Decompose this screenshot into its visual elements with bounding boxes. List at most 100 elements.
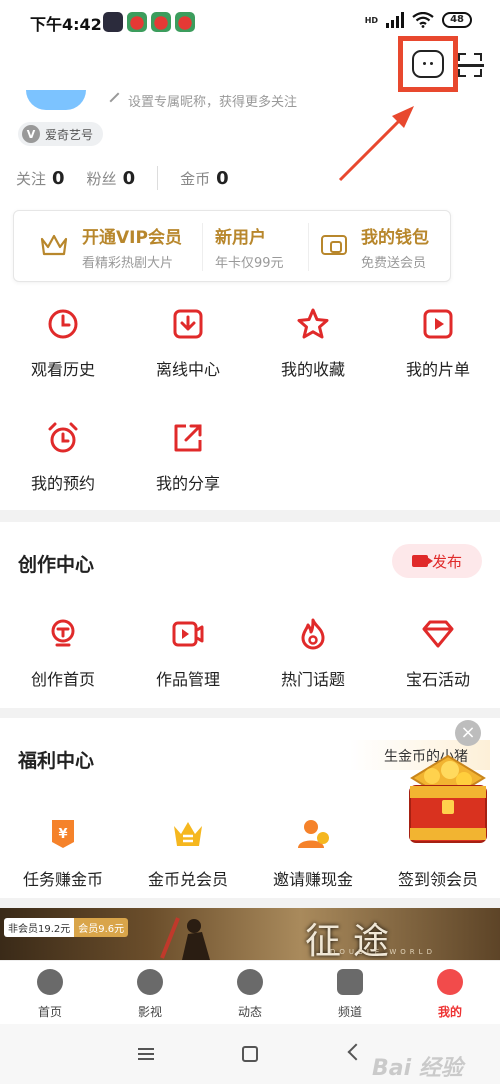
annotation-arrow-icon [338,106,414,182]
video-manage-icon [172,621,204,647]
vip-new-user[interactable]: 新用户 年卡仅99元 [215,223,284,271]
vip-card: 开通VIP会员 看精彩热剧大片 新用户 年卡仅99元 我的钱包 免费送会员 [13,210,451,282]
welfare-checkin-vip[interactable]: 签到领会员 [383,816,493,890]
nickname-hint[interactable]: 设置专属昵称，获得更多关注 [109,91,297,110]
shortcut-reservations[interactable]: 我的预约 [8,420,118,494]
watermark: Bai 经验 [372,1056,463,1081]
tab-label: 我的 [437,1005,462,1019]
shortcut-label: 观看历史 [30,360,95,379]
movie-promo-banner[interactable]: 非会员19.2元 会员9.6元 征途 DOUBLE WORLD [0,908,500,960]
app-notification-icon [151,12,171,32]
tab-label: 影视 [137,1005,162,1019]
stat-following[interactable]: 关注 0 [16,168,65,189]
welfare-task-coins[interactable]: ¥ 任务赚金币 [8,816,118,890]
download-icon [173,309,203,339]
crown-coin-icon [174,822,202,846]
invite-user-icon [298,820,329,848]
shortcut-watch-history[interactable]: 观看历史 [8,306,118,380]
home-button[interactable] [242,1046,258,1062]
bottom-tab-bar: 首页 影视 动态 频道 我的 [0,960,500,1024]
shortcut-playlist[interactable]: 我的片单 [383,306,493,380]
vip-title: 开通VIP会员 [82,228,182,248]
welfare-coin-to-vip[interactable]: 金币兑会员 [133,816,243,890]
wallet-icon [321,235,347,255]
shortcut-label: 我的收藏 [280,360,345,379]
welfare-center-section: 福利中心 生金币的小猪 × ¥ 任务赚金币 金币兑会员 邀请赚现金 签到领会员 [0,718,500,898]
signal-icon [386,12,405,28]
vip-my-wallet[interactable]: 我的钱包 免费送会员 [361,223,429,271]
task-coin-icon: ¥ [52,820,74,848]
price-tag: 非会员19.2元 会员9.6元 [4,918,129,937]
id-chip-label: 爱奇艺号 [45,127,94,142]
status-time: 下午4:42 [30,15,102,34]
vip-subtitle: 看精彩热剧大片 [82,256,174,271]
stat-value: 0 [122,167,136,189]
avatar[interactable] [26,90,86,110]
creation-gem-activity[interactable]: 宝石活动 [383,616,493,690]
stat-divider [157,166,159,190]
gem-icon [422,620,454,648]
tab-label: 频道 [337,1005,362,1019]
film-reel-icon [137,969,163,995]
tab-feed[interactable]: 动态 [200,969,300,1020]
back-button[interactable] [347,1043,365,1061]
system-nav-bar: Bai 经验 [0,1024,500,1084]
welfare-invite-cash[interactable]: 邀请赚现金 [258,816,368,890]
stat-value: 0 [216,167,229,189]
feed-icon [237,969,263,995]
creation-home[interactable]: 创作首页 [8,616,118,690]
close-popup-button[interactable]: × [455,720,481,746]
publish-label: 发布 [431,552,462,571]
shortcut-favorites[interactable]: 我的收藏 [258,306,368,380]
shortcut-label: 我的分享 [155,474,220,493]
app-notification-icon [127,12,147,32]
shortcut-grid: 观看历史 离线中心 我的收藏 我的片单 我的预约 我的分享 [0,288,500,510]
wifi-icon [412,12,434,28]
playlist-icon [423,309,453,339]
publish-button[interactable]: 发布 [392,544,482,578]
vip-subtitle: 免费送会员 [361,256,427,271]
creation-hot-topics[interactable]: 热门话题 [258,616,368,690]
recent-apps-button[interactable] [138,1048,154,1060]
shortcut-share[interactable]: 我的分享 [133,420,243,494]
tab-home[interactable]: 首页 [0,969,100,1020]
welfare-label: 金币兑会员 [147,870,228,889]
shortcut-offline-center[interactable]: 离线中心 [133,306,243,380]
stat-label: 金币 [180,169,211,188]
battery-icon: 48 [442,12,472,28]
vip-card-section: 开通VIP会员 看精彩热剧大片 新用户 年卡仅99元 我的钱包 免费送会员 [0,204,500,288]
fighter-image-icon [160,917,210,960]
tab-channels[interactable]: 频道 [300,969,400,1020]
tab-me[interactable]: 我的 [400,969,500,1020]
stat-coins[interactable]: 金币 0 [180,168,229,189]
crown-icon [40,234,68,256]
annotation-highlight-box [398,36,458,92]
stat-fans[interactable]: 粉丝 0 [87,168,136,189]
stat-value: 0 [52,167,65,189]
app-notification-icon [175,12,195,32]
profile-stats: 关注 0 粉丝 0 金币 0 [16,166,251,190]
creation-manage[interactable]: 作品管理 [133,616,243,690]
alarm-icon [48,422,78,453]
shortcut-label: 离线中心 [155,360,220,379]
tab-movies[interactable]: 影视 [100,969,200,1020]
scan-button[interactable] [456,53,484,77]
welfare-label: 签到领会员 [397,870,478,889]
camera-icon [411,555,433,567]
vip-open-member[interactable]: 开通VIP会员 看精彩热剧大片 [82,223,182,271]
notification-icons [103,12,195,32]
welfare-center-title: 福利中心 [18,750,95,772]
network-label: HD [364,15,379,25]
channel-icon [337,969,363,995]
stat-label: 粉丝 [86,169,117,188]
app-notification-icon [103,12,123,32]
iqiyi-id-chip[interactable]: V 爱奇艺号 [18,122,104,146]
vip-subtitle: 年卡仅99元 [215,256,284,271]
creator-icon [51,619,75,647]
creation-label: 宝石活动 [405,670,470,689]
movie-subtitle: DOUBLE WORLD [330,948,436,956]
creation-label: 热门话题 [280,670,345,689]
profile-icon [437,969,463,995]
price-normal: 非会员19.2元 [4,918,75,937]
tab-label: 动态 [237,1005,262,1019]
